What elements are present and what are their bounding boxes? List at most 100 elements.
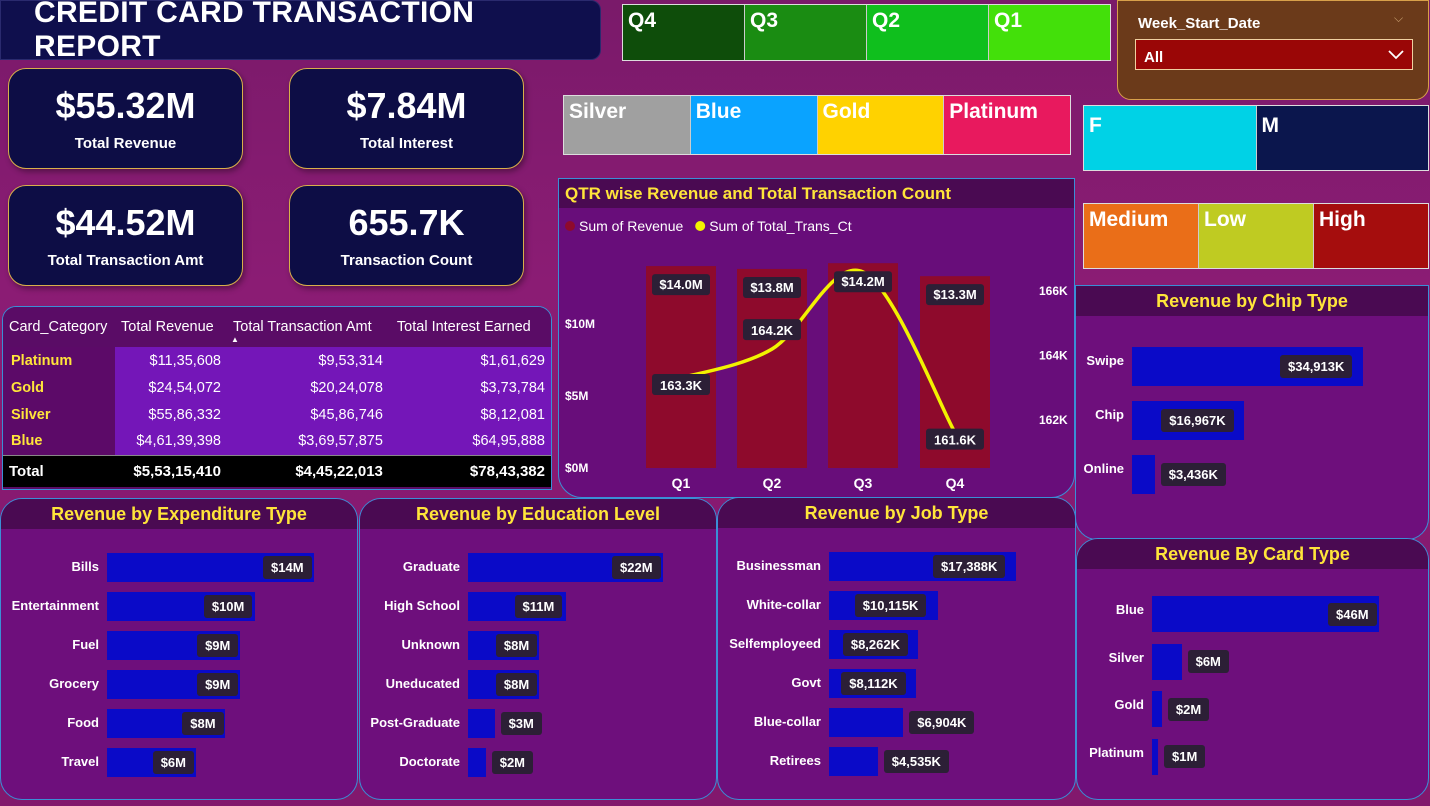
slicer-label: High <box>1319 208 1366 231</box>
bar[interactable] <box>829 708 904 737</box>
table-cell: $24,54,072 <box>115 374 227 401</box>
bar-category-label: Chip <box>1095 407 1124 422</box>
revenue-bar <box>828 263 898 468</box>
total-label: Total <box>3 454 115 487</box>
slicer-label: Platinum <box>949 100 1038 123</box>
slicer-item-blue[interactable]: Blue <box>689 96 817 154</box>
legend-marker-revenue <box>565 221 575 231</box>
kpi-value: 655.7K <box>348 202 465 243</box>
trans-count-data-label: 163.3K <box>660 378 703 393</box>
bar-value-label: $6M <box>1187 650 1229 673</box>
slicer-item-platinum[interactable]: Platinum <box>943 96 1070 154</box>
slicer-label: Q2 <box>872 9 901 32</box>
job-type-chart: Businessman $17,388K White-collar $10,115K S… <box>718 528 1075 799</box>
education-level-panel: Revenue by Education Level Graduate $22M H… <box>359 498 717 800</box>
bar[interactable] <box>1152 738 1158 775</box>
week-dropdown[interactable]: All <box>1135 39 1413 70</box>
table-cell: $64,95,888 <box>392 428 551 455</box>
slicer-item-gold[interactable]: Gold <box>816 96 944 154</box>
bar-category-label: Grocery <box>49 676 99 691</box>
slicer-item-high[interactable]: High <box>1313 204 1428 268</box>
table-cell: $8,12,081 <box>392 401 551 428</box>
y-right-tick: 162K <box>1039 413 1068 427</box>
legend-label-revenue: Sum of Revenue <box>579 218 683 234</box>
kpi-total-revenue: $55.32M Total Revenue <box>8 68 243 169</box>
column-header-sorted[interactable]: Total Transaction Amt ▲ <box>227 307 393 347</box>
job-type-panel: Revenue by Job Type Businessman $17,388K W… <box>717 497 1076 800</box>
bar-value-label: $8,262K <box>842 633 908 656</box>
chevron-down-icon[interactable]: ⌵ <box>1394 11 1403 26</box>
table-cell: $11,35,608 <box>115 347 227 374</box>
slicer-item-low[interactable]: Low <box>1198 204 1313 268</box>
bar[interactable] <box>468 748 486 777</box>
slicer-item-q3[interactable]: Q3 <box>744 5 866 60</box>
bar-value-label: $11M <box>514 595 563 618</box>
chip-type-panel: Revenue by Chip Type Swipe $34,913K Chip $1… <box>1075 285 1429 540</box>
bar-category-label: Post-Graduate <box>370 715 460 730</box>
table-row[interactable]: Silver $55,86,332 $45,86,746 $8,12,081 <box>3 401 551 428</box>
slicer-item-m[interactable]: M <box>1255 106 1428 170</box>
row-category: Blue <box>3 428 115 455</box>
legend-marker-trans-count <box>695 221 706 231</box>
card-type-chart: Blue $46M Silver $6M Gold $2M Platinum $1M <box>1077 569 1428 799</box>
bar-category-label: Platinum <box>1089 744 1144 760</box>
y-left-tick: $0M <box>565 461 588 475</box>
column-header-label: Total Transaction Amt <box>233 319 372 335</box>
y-left-tick: $5M <box>565 389 588 403</box>
slicer-item-silver[interactable]: Silver <box>564 96 690 154</box>
slicer-item-q4[interactable]: Q4 <box>623 5 744 60</box>
row-category: Platinum <box>3 347 115 374</box>
bar[interactable] <box>1132 455 1155 494</box>
gender-slicer: F M <box>1083 105 1429 171</box>
sort-arrow-icon: ▲ <box>231 335 239 344</box>
bar-category-label: Selfemployeed <box>729 636 821 651</box>
bar-value-label: $6,904K <box>909 711 975 734</box>
slicer-label: Silver <box>569 100 627 123</box>
revenue-bar <box>737 268 807 468</box>
bar-category-label: Uneducated <box>385 676 460 691</box>
income-group-slicer: Medium Low High <box>1083 203 1429 269</box>
slicer-item-medium[interactable]: Medium <box>1084 204 1198 268</box>
kpi-value: $44.52M <box>55 202 196 243</box>
kpi-transaction-count: 655.7K Transaction Count <box>289 185 524 286</box>
revenue-data-label: $14.0M <box>659 277 702 292</box>
revenue-data-label: $13.8M <box>750 280 793 295</box>
bar-value-label: $34,913K <box>1280 355 1353 378</box>
slicer-label: Q3 <box>750 9 779 32</box>
bar-category-label: Fuel <box>72 637 99 652</box>
table-row[interactable]: Platinum $11,35,608 $9,53,314 $1,61,629 <box>3 347 551 374</box>
qtr-revenue-chart: QTR wise Revenue and Total Transaction C… <box>558 178 1075 498</box>
bar-value-label: $3M <box>500 712 542 735</box>
card-category-slicer: Silver Blue Gold Platinum <box>563 95 1071 155</box>
slicer-item-f[interactable]: F <box>1084 106 1256 170</box>
y-left-tick: $10M <box>565 317 595 331</box>
chart-title: Revenue by Expenditure Type <box>1 499 357 529</box>
table-cell: $9,53,314 <box>227 347 393 374</box>
bar-value-label: $22M <box>612 556 661 579</box>
column-header[interactable]: Total Interest Earned <box>393 307 551 347</box>
column-header[interactable]: Card_Category <box>3 307 115 347</box>
bar-category-label: Entertainment <box>11 598 99 613</box>
legend-label-trans-count: Sum of Total_Trans_Ct <box>709 218 852 234</box>
table-cell: $55,86,332 <box>115 401 227 428</box>
table-row[interactable]: Blue $4,61,39,398 $3,69,57,875 $64,95,888 <box>3 428 551 455</box>
bar-category-label: Travel <box>61 754 99 769</box>
table-row[interactable]: Gold $24,54,072 $20,24,078 $3,73,784 <box>3 374 551 401</box>
x-tick-label: Q1 <box>672 475 691 491</box>
table-cell: $1,61,629 <box>392 347 551 374</box>
chart-title: Revenue by Chip Type <box>1076 286 1428 316</box>
bar-value-label: $10,115K <box>854 594 927 617</box>
bar-category-label: Swipe <box>1086 353 1124 368</box>
slicer-item-q1[interactable]: Q1 <box>988 5 1110 60</box>
bar[interactable] <box>1152 691 1162 727</box>
bar[interactable] <box>1152 643 1182 680</box>
bar[interactable] <box>829 747 878 776</box>
bar[interactable] <box>468 709 495 738</box>
chip-type-chart: Swipe $34,913K Chip $16,967K Online $3,436K <box>1076 316 1428 539</box>
total-cell: $78,43,382 <box>392 454 551 487</box>
card-type-panel: Revenue By Card Type Blue $46M Silver $6M Go… <box>1076 538 1429 800</box>
column-header[interactable]: Total Revenue <box>115 307 227 347</box>
slicer-label: Q4 <box>628 9 657 32</box>
trans-count-data-label: 164.2K <box>751 323 794 338</box>
slicer-item-q2[interactable]: Q2 <box>866 5 988 60</box>
